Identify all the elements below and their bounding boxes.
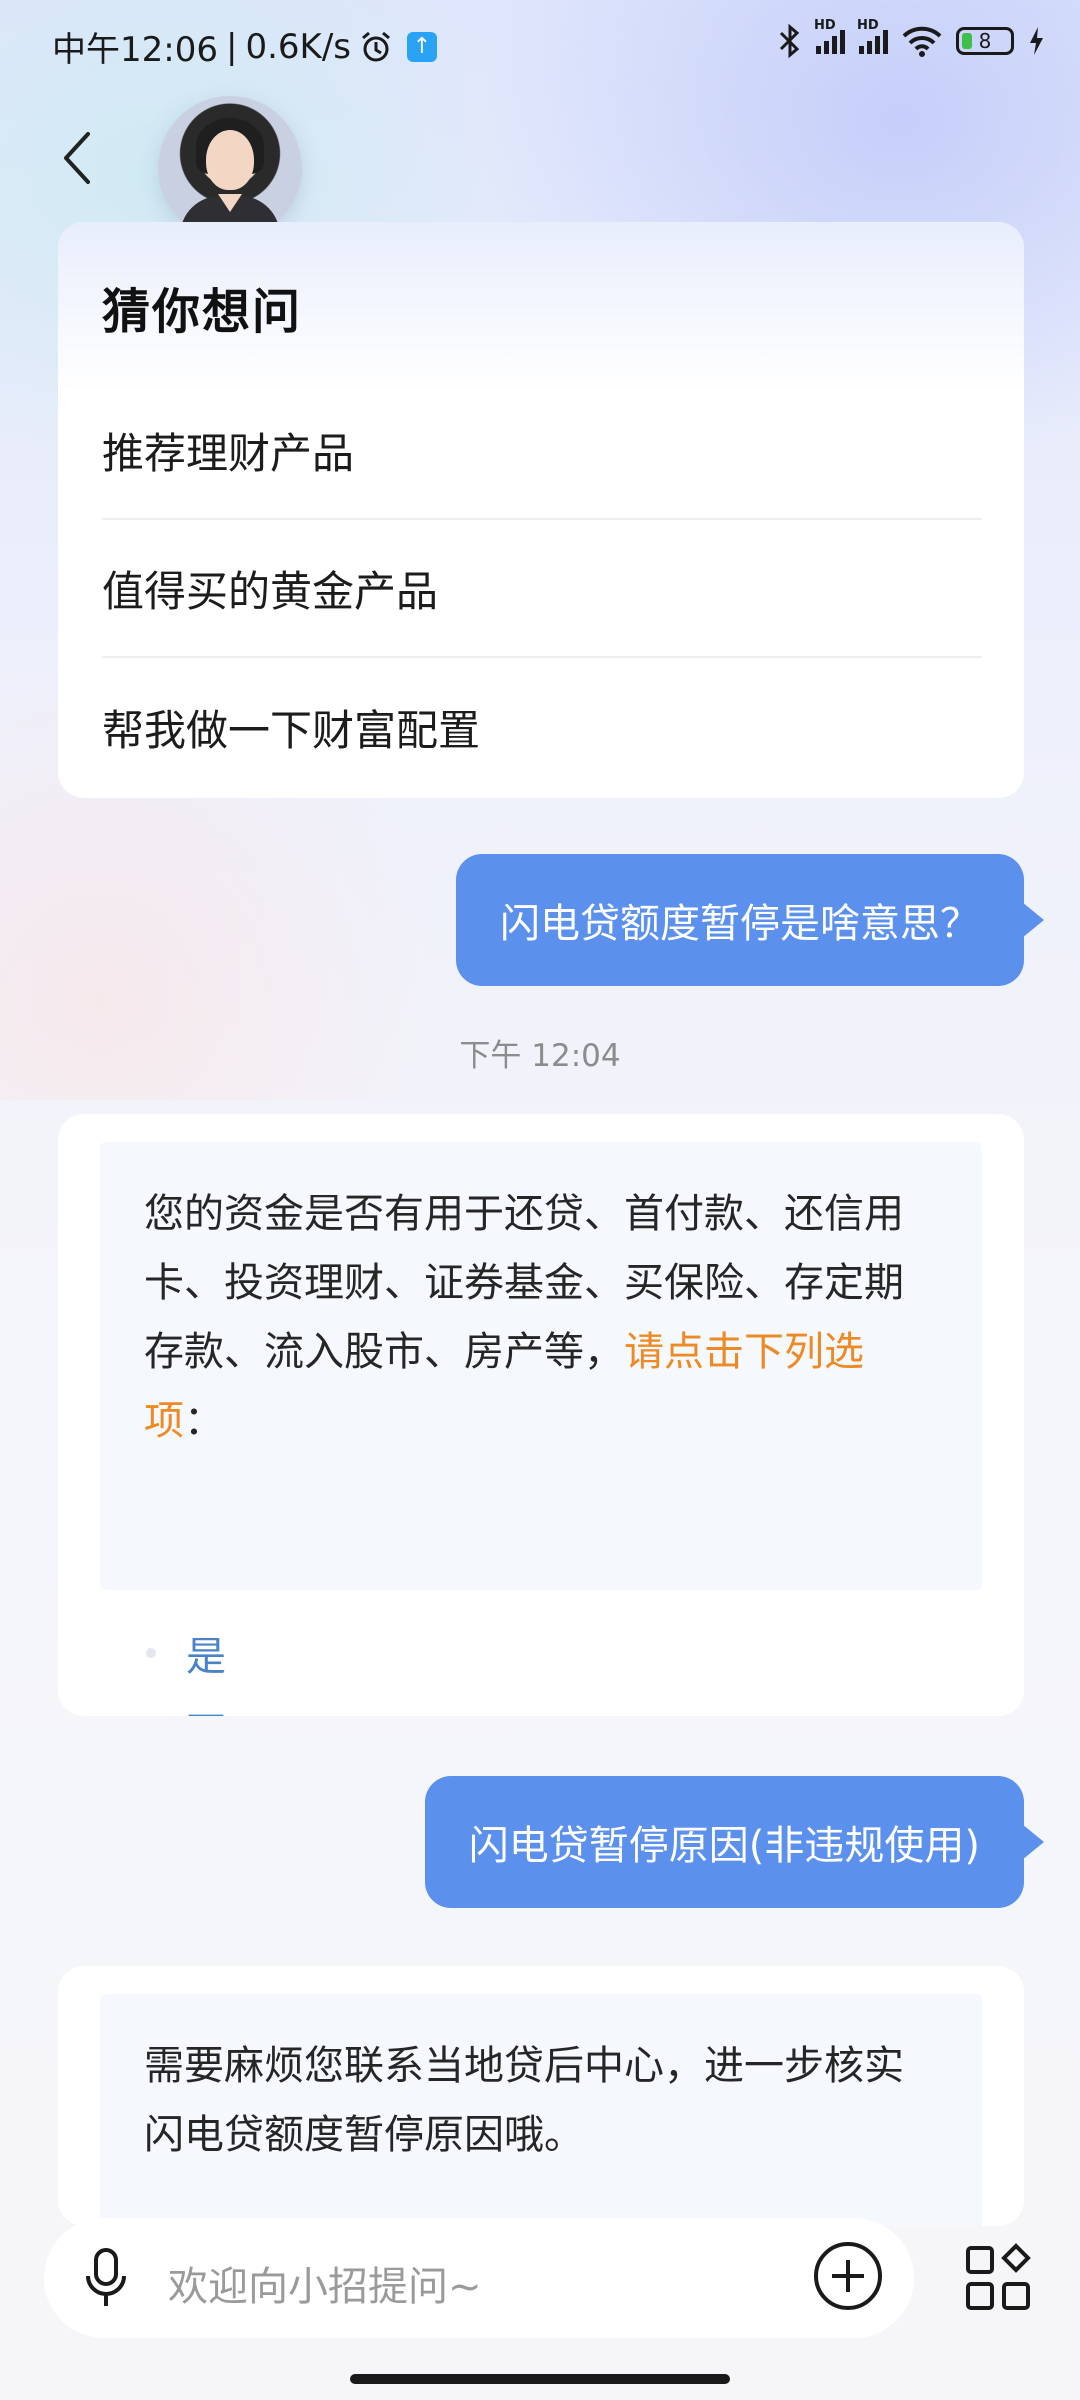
upload-icon: ↑ <box>407 31 437 62</box>
signal-icon-2: HD <box>857 18 888 54</box>
user-message-text: 闪电贷额度暂停是啥意思？ <box>500 901 980 947</box>
status-bar: 中午12:06 | 0.6K/s ↑ HD HD 8 <box>0 0 1080 92</box>
guess-item-label: 值得买的黄金产品 <box>102 566 439 616</box>
bot-message-body: 您的资金是否有用于还贷、首付款、还信用卡、投资理财、证券基金、买保险、存定期存款… <box>100 1142 982 1590</box>
alarm-icon <box>362 31 390 61</box>
status-divider: | <box>225 26 238 67</box>
bot-message-card: 您的资金是否有用于还贷、首付款、还信用卡、投资理财、证券基金、买保险、存定期存款… <box>58 1114 1024 1716</box>
battery-level: 8 <box>978 29 992 53</box>
bot-message-suffix: ： <box>184 1398 224 1444</box>
battery-icon: 8 <box>956 27 1014 55</box>
microphone-icon[interactable] <box>82 2246 130 2310</box>
guess-item-0[interactable]: 推荐理财产品 <box>102 382 982 520</box>
status-right: HD HD 8 <box>778 18 1044 58</box>
network-speed: 0.6K/s <box>245 26 351 67</box>
add-icon[interactable] <box>812 2240 884 2312</box>
bluetooth-icon <box>779 24 800 58</box>
hd-label-1: HD <box>814 18 836 33</box>
guess-item-label: 帮我做一下财富配置 <box>102 705 481 755</box>
option-label: 否 <box>186 1700 226 1716</box>
bot-message-body: 需要麻烦您联系当地贷后中心，进一步核实闪电贷额度暂停原因哦。 <box>100 1994 982 2226</box>
guess-item-1[interactable]: 值得买的黄金产品 <box>102 520 982 658</box>
option-label: 是 <box>186 1634 226 1680</box>
bot-message-card: 需要麻烦您联系当地贷后中心，进一步核实闪电贷额度暂停原因哦。 <box>58 1966 1024 2226</box>
chat-input-bar: 欢迎向小招提问~ <box>44 2218 914 2338</box>
apps-grid-icon[interactable] <box>964 2242 1036 2314</box>
user-message-bubble: 闪电贷额度暂停是啥意思？ <box>456 854 1044 986</box>
chat-timestamp: 下午 12:04 <box>459 1038 621 1074</box>
user-message-bubble: 闪电贷暂停原因(非违规使用) <box>424 1776 1045 1908</box>
bullet-icon <box>146 1648 156 1658</box>
hd-label-2: HD <box>857 18 879 33</box>
wifi-icon <box>902 26 942 57</box>
status-time: 中午12:06 <box>52 30 218 70</box>
guess-item-label: 推荐理财产品 <box>102 428 355 478</box>
assistant-avatar <box>158 96 302 240</box>
guess-item-2[interactable]: 帮我做一下财富配置 <box>102 658 982 796</box>
guess-items-layer: 推荐理财产品 值得买的黄金产品 帮我做一下财富配置 <box>58 222 1024 798</box>
home-indicator[interactable] <box>350 2374 730 2384</box>
charging-icon <box>1030 27 1043 55</box>
chat-input[interactable]: 欢迎向小招提问~ <box>168 2254 482 2312</box>
user-message-text: 闪电贷暂停原因(非违规使用) <box>468 1823 980 1869</box>
signal-icon-1: HD <box>814 18 845 54</box>
option-yes[interactable]: 是 <box>146 1624 226 1682</box>
bot-message-text: 需要麻烦您联系当地贷后中心，进一步核实闪电贷额度暂停原因哦。 <box>144 2043 904 2158</box>
option-no[interactable]: 否 <box>146 1700 226 1716</box>
status-left: 中午12:06 | 0.6K/s ↑ <box>52 22 437 71</box>
back-arrow-icon[interactable] <box>56 128 100 188</box>
